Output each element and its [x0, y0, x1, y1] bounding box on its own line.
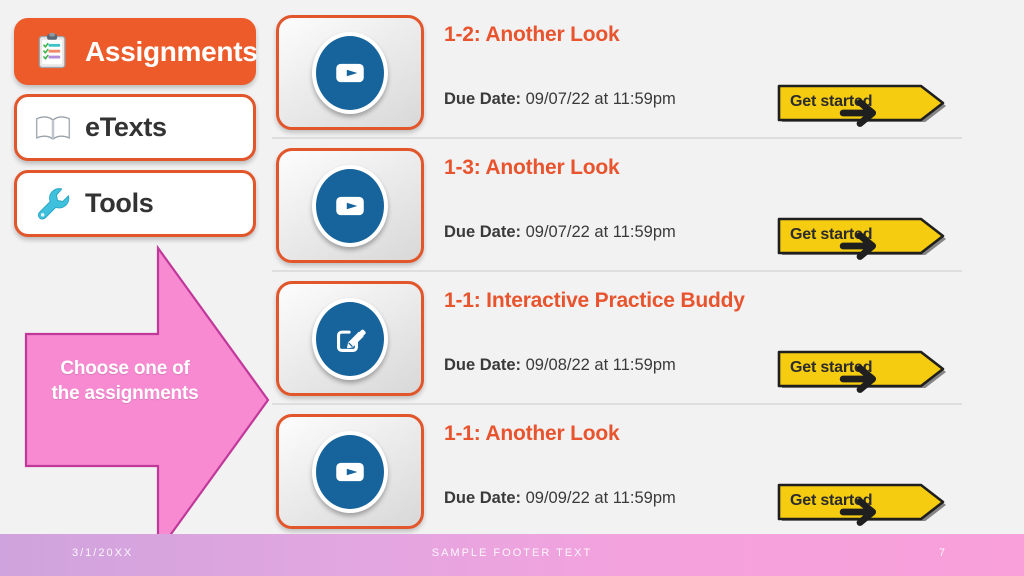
- sidebar-nav: Assignments eTexts Tools: [14, 18, 258, 237]
- sidebar-item-assignments[interactable]: Assignments: [14, 18, 258, 85]
- book-icon: [31, 106, 75, 150]
- wrench-icon: [31, 182, 75, 226]
- slide-canvas: Assignments eTexts Tools Choose one of t…: [0, 0, 1024, 576]
- due-date-label: Due Date:: [444, 90, 522, 108]
- due-date-value: 09/08/22 at 11:59pm: [525, 356, 676, 374]
- sidebar-item-etexts[interactable]: eTexts: [14, 94, 256, 161]
- assignment-icon-tile[interactable]: [276, 148, 424, 263]
- sidebar-item-label: Tools: [85, 188, 154, 218]
- get-started-button[interactable]: Get started: [774, 350, 946, 393]
- assignment-icon-tile[interactable]: [276, 15, 424, 130]
- sidebar-item-label: eTexts: [85, 112, 167, 142]
- assignment-title: 1-3: Another Look: [444, 156, 620, 179]
- assignment-title: 1-1: Another Look: [444, 422, 620, 445]
- video-play-icon: [312, 164, 388, 247]
- sidebar-item-tools[interactable]: Tools: [14, 170, 256, 237]
- clipboard-icon: [31, 30, 75, 74]
- arrow-right-icon: [839, 365, 877, 393]
- pencil-edit-icon: [312, 297, 388, 380]
- slide-footer: 3/1/20XX SAMPLE FOOTER TEXT 7: [0, 534, 1024, 576]
- due-date-value: 09/07/22 at 11:59pm: [525, 90, 676, 108]
- get-started-button[interactable]: Get started: [774, 483, 946, 526]
- get-started-button[interactable]: Get started: [774, 217, 946, 260]
- due-date-label: Due Date:: [444, 223, 522, 241]
- due-date-value: 09/09/22 at 11:59pm: [525, 489, 676, 507]
- assignment-icon-tile[interactable]: [276, 414, 424, 529]
- assignment-icon-tile[interactable]: [276, 281, 424, 396]
- callout-arrow: Choose one of the assignments: [22, 244, 272, 556]
- arrow-shape-icon: [24, 244, 270, 556]
- footer-text: SAMPLE FOOTER TEXT: [431, 547, 593, 559]
- assignment-list: 1-2: Another Look Due Date: 09/07/22 at …: [272, 6, 962, 538]
- arrow-right-icon: [839, 232, 877, 260]
- get-started-button[interactable]: Get started: [774, 84, 946, 127]
- table-row[interactable]: 1-1: Another Look Due Date: 09/09/22 at …: [272, 405, 962, 538]
- assignment-title: 1-2: Another Look: [444, 23, 620, 46]
- assignment-due: Due Date: 09/09/22 at 11:59pm: [444, 489, 676, 508]
- assignment-due: Due Date: 09/07/22 at 11:59pm: [444, 90, 676, 109]
- sidebar-item-label: Assignments: [85, 35, 258, 67]
- video-play-icon: [312, 430, 388, 513]
- table-row[interactable]: 1-3: Another Look Due Date: 09/07/22 at …: [272, 139, 962, 272]
- arrow-right-icon: [839, 498, 877, 526]
- arrow-right-icon: [839, 99, 877, 127]
- due-date-value: 09/07/22 at 11:59pm: [525, 223, 676, 241]
- footer-page-number: 7: [938, 547, 946, 559]
- due-date-label: Due Date:: [444, 489, 522, 507]
- assignment-due: Due Date: 09/08/22 at 11:59pm: [444, 356, 676, 375]
- due-date-label: Due Date:: [444, 356, 522, 374]
- table-row[interactable]: 1-2: Another Look Due Date: 09/07/22 at …: [272, 6, 962, 139]
- table-row[interactable]: 1-1: Interactive Practice Buddy Due Date…: [272, 272, 962, 405]
- assignment-due: Due Date: 09/07/22 at 11:59pm: [444, 223, 676, 242]
- video-play-icon: [312, 31, 388, 114]
- assignment-title: 1-1: Interactive Practice Buddy: [444, 289, 745, 312]
